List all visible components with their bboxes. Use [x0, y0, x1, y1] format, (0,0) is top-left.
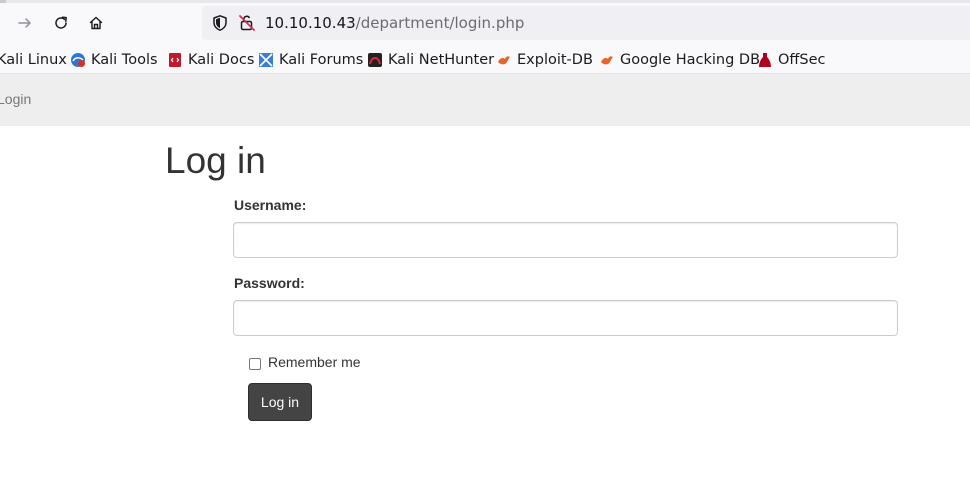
url-text[interactable]: 10.10.10.43/department/login.php	[265, 14, 524, 32]
bookmark-kali-forums[interactable]: Kali Forums	[258, 49, 363, 71]
kali-nethunter-icon	[368, 53, 382, 67]
insecure-lock-icon[interactable]	[237, 13, 257, 33]
bookmark-label: Google Hacking DB	[620, 52, 761, 68]
bookmark-kali-docs[interactable]: Kali Docs	[167, 49, 254, 71]
username-label: Username:	[234, 197, 307, 213]
bookmark-offsec[interactable]: OffSec	[757, 49, 826, 71]
bookmark-label: Kali Tools	[91, 52, 158, 68]
remember-me-label: Remember me	[268, 354, 361, 370]
remember-me-checkbox[interactable]	[249, 358, 261, 370]
username-input[interactable]	[233, 222, 898, 258]
reload-button[interactable]	[46, 9, 76, 37]
url-path: /department/login.php	[355, 14, 525, 32]
kali-tools-icon	[71, 53, 85, 67]
password-input[interactable]	[233, 300, 898, 336]
bookmark-kali-tools[interactable]: Kali Tools	[70, 49, 158, 71]
arrow-right-icon	[18, 18, 31, 28]
site-navbar: Login	[0, 73, 970, 126]
bookmark-label: Kali Linux	[0, 52, 67, 68]
forward-button[interactable]	[10, 9, 40, 37]
tracking-protection-shield-icon[interactable]	[211, 14, 229, 32]
bookmark-label: Kali Docs	[188, 52, 255, 68]
kali-forums-icon	[259, 53, 273, 67]
url-bar[interactable]: 10.10.10.43/department/login.php	[202, 6, 970, 40]
remember-me-row[interactable]: Remember me	[248, 352, 361, 372]
bookmark-exploit-db[interactable]: Exploit-DB	[496, 49, 593, 71]
offsec-icon	[759, 53, 771, 67]
navbar-brand-link[interactable]: Login	[0, 91, 31, 107]
bookmark-kali-nethunter[interactable]: Kali NetHunter	[367, 49, 494, 71]
exploit-db-icon	[498, 56, 510, 65]
bookmark-label: Exploit-DB	[517, 52, 593, 68]
login-button[interactable]: Log in	[248, 383, 312, 421]
tab-strip-edge	[0, 0, 970, 3]
password-label: Password:	[234, 275, 305, 291]
bookmark-label: Kali Forums	[279, 52, 364, 68]
page-title: Log in	[165, 140, 266, 181]
home-button[interactable]	[81, 9, 111, 37]
kali-docs-icon	[169, 53, 181, 67]
bookmark-google-hacking-db[interactable]: Google Hacking DB	[599, 49, 760, 71]
bookmark-label: Kali NetHunter	[388, 52, 495, 68]
bookmark-label: OffSec	[778, 52, 826, 68]
bookmark-kali-linux[interactable]: Kali Linux	[0, 49, 67, 71]
home-icon	[89, 16, 103, 30]
reload-icon	[55, 16, 67, 29]
browser-toolbar: 10.10.10.43/department/login.php	[0, 0, 970, 46]
url-host: 10.10.10.43	[265, 14, 356, 32]
bookmarks-toolbar: Kali Linux Kali Tools Kali Docs Kali For…	[0, 46, 970, 73]
google-hacking-db-icon	[601, 56, 613, 65]
